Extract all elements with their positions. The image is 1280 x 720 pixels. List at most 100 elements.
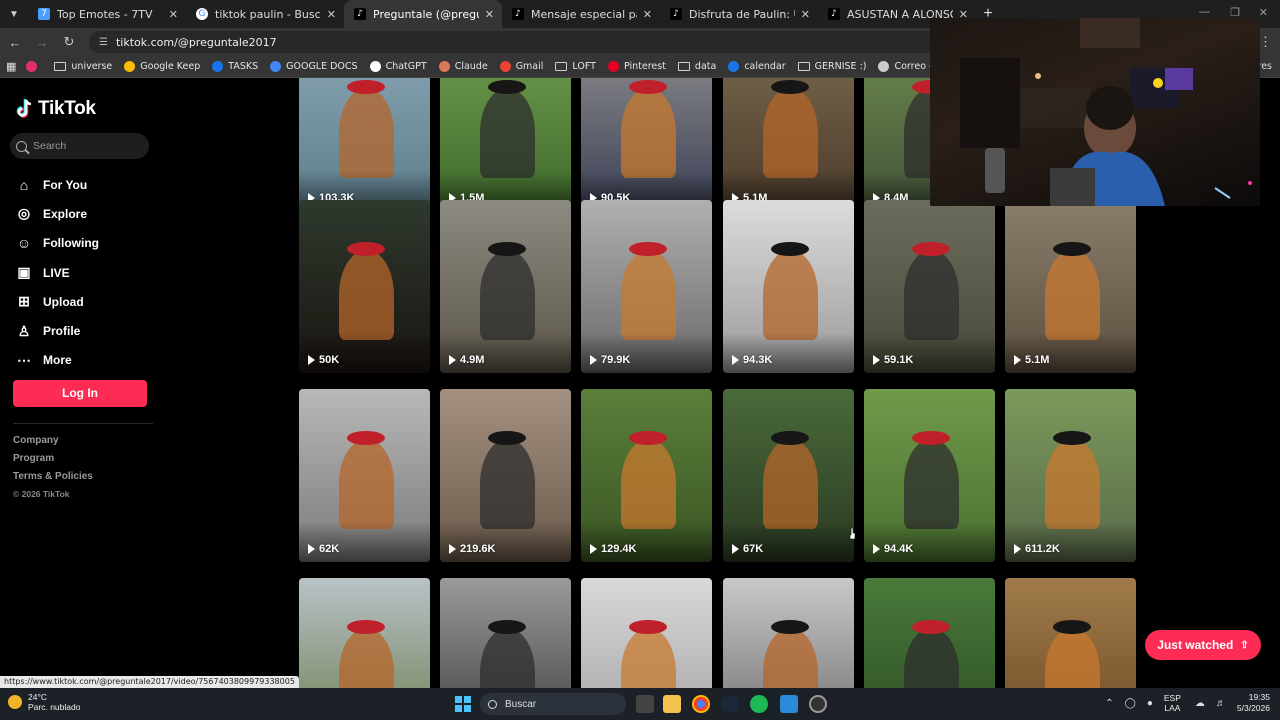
footer-link-program[interactable]: Program — [13, 453, 93, 471]
video-thumbnail[interactable]: 129.4K — [581, 389, 712, 562]
bookmark-item[interactable]: TASKS — [212, 61, 258, 72]
nav-item-live[interactable]: ▣ LIVE — [15, 258, 99, 287]
video-thumbnail[interactable]: 94.4K — [864, 389, 995, 562]
close-window-icon[interactable]: ✕ — [1259, 6, 1268, 19]
video-thumbnail[interactable] — [864, 578, 995, 688]
browser-tab[interactable]: 7 Top Emotes - 7TV ✕ — [28, 0, 186, 28]
wifi-icon[interactable]: ☁ — [1195, 698, 1205, 709]
tray-app-icon[interactable]: ◯ — [1125, 698, 1136, 709]
bookmark-item[interactable]: ChatGPT — [369, 61, 427, 72]
video-thumbnail[interactable]: 59.1K — [864, 200, 995, 373]
bookmark-item[interactable]: GERNISE :) — [797, 61, 866, 72]
video-thumbnail[interactable]: 103.3K — [299, 78, 430, 211]
volume-icon[interactable]: ♬ — [1216, 698, 1226, 709]
video-thumbnail[interactable] — [1005, 578, 1136, 688]
video-thumbnail[interactable]: 79.9K — [581, 200, 712, 373]
video-thumbnail[interactable]: 1.5M — [440, 78, 571, 211]
footer-links: Company Program Terms & Policies © 2026 … — [13, 435, 93, 507]
thumbnail-gradient — [581, 522, 712, 562]
video-thumbnail[interactable]: 50K — [299, 200, 430, 373]
video-thumbnail[interactable]: 5.1M — [723, 78, 854, 211]
bookmark-item[interactable]: LOFT — [555, 61, 596, 72]
video-thumbnail[interactable] — [299, 578, 430, 688]
nav-item-more[interactable]: ⋯ More — [15, 346, 99, 375]
layout-code: LAA — [1164, 703, 1181, 713]
address-bar[interactable]: ☰ tiktok.com/@preguntale2017 — [89, 31, 949, 53]
bookmark-item[interactable]: Gmail — [499, 61, 543, 72]
language-indicator[interactable]: ESP LAA — [1164, 693, 1181, 713]
back-icon[interactable]: ← — [3, 35, 27, 50]
play-icon — [308, 544, 315, 554]
video-thumbnail[interactable]: 5.1M — [1005, 200, 1136, 373]
file-explorer-icon[interactable] — [663, 695, 681, 713]
chrome-icon[interactable] — [692, 695, 710, 713]
video-thumbnail[interactable]: 219.6K — [440, 389, 571, 562]
video-thumbnail[interactable]: 90.5K — [581, 78, 712, 211]
bookmark-item[interactable]: data — [677, 61, 716, 72]
reload-icon[interactable]: ↻ — [57, 34, 81, 50]
video-thumbnail[interactable]: 611.2K — [1005, 389, 1136, 562]
status-bar-url: https://www.tiktok.com/@preguntale2017/v… — [0, 676, 299, 688]
tab-close-icon[interactable]: ✕ — [169, 8, 178, 21]
steam-icon[interactable] — [721, 695, 739, 713]
view-count: 79.9K — [590, 354, 630, 366]
browser-tab[interactable]: ♪ Preguntale (@preguntale2017) ✕ — [344, 0, 502, 28]
tiktok-logo[interactable]: TikTok — [16, 98, 96, 120]
site-info-icon[interactable]: ☰ — [99, 37, 108, 48]
spotify-icon[interactable] — [750, 695, 768, 713]
thumbnail-gradient — [1005, 522, 1136, 562]
clock[interactable]: 19:35 5/3/2026 — [1237, 692, 1270, 714]
video-thumbnail[interactable]: 67K — [723, 389, 854, 562]
tab-close-icon[interactable]: ✕ — [643, 8, 652, 21]
bookmark-item[interactable]: universe — [54, 61, 112, 72]
just-watched-button[interactable]: Just watched ⇧ — [1145, 630, 1261, 660]
nav-item-following[interactable]: ☺ Following — [15, 229, 99, 258]
tab-close-icon[interactable]: ✕ — [485, 8, 494, 21]
compass-icon: ◎ — [17, 205, 31, 222]
bookmark-item[interactable]: calendar — [728, 61, 786, 72]
view-count: 94.3K — [732, 354, 772, 366]
footer-link-terms[interactable]: Terms & Policies — [13, 471, 93, 489]
bookmark-item[interactable]: Pinterest — [607, 61, 666, 72]
bookmark-item[interactable]: Claude — [438, 61, 488, 72]
video-thumbnail[interactable]: 4.9M — [440, 200, 571, 373]
tray-chevron-icon[interactable]: ⌃ — [1105, 698, 1113, 709]
browser-tab[interactable]: ♪ Disfruta de Paulin: Un Clásico d ✕ — [660, 0, 818, 28]
mic-icon[interactable]: ● — [1147, 698, 1153, 709]
obs-icon[interactable] — [809, 695, 827, 713]
tab-title: Disfruta de Paulin: Un Clásico d — [689, 7, 795, 21]
taskbar-search[interactable]: Buscar — [480, 693, 626, 715]
video-thumbnail[interactable] — [581, 578, 712, 688]
thumbnail-detail — [912, 620, 950, 634]
bookmark-item[interactable]: Google Keep — [124, 61, 200, 72]
footer-link-company[interactable]: Company — [13, 435, 93, 453]
tab-close-icon[interactable]: ✕ — [801, 8, 810, 21]
video-thumbnail[interactable]: 62K — [299, 389, 430, 562]
thumbnail-detail — [771, 620, 809, 634]
bookmark-item[interactable]: GOOGLE DOCS — [270, 61, 358, 72]
tab-search-icon[interactable]: ▼ — [0, 0, 28, 28]
video-thumbnail[interactable]: 94.3K — [723, 200, 854, 373]
nav-item-profile[interactable]: ♙ Profile — [15, 316, 99, 345]
menu-icon[interactable]: ⋮ — [1259, 34, 1272, 50]
search-input[interactable]: Search — [10, 133, 149, 159]
login-button[interactable]: Log In — [13, 380, 147, 407]
play-icon — [873, 355, 880, 365]
forward-icon[interactable]: → — [30, 35, 54, 50]
nav-item-upload[interactable]: ⊞ Upload — [15, 287, 99, 316]
minimize-icon[interactable]: — — [1199, 6, 1210, 18]
bookmark-item[interactable] — [26, 61, 42, 72]
browser-tab[interactable]: Gtiktok paulin - Buscar con Goog ✕ — [186, 0, 344, 28]
video-thumbnail[interactable] — [440, 578, 571, 688]
browser-tab[interactable]: ♪ Mensaje especial para Nazaren ✕ — [502, 0, 660, 28]
windows-start-icon[interactable] — [455, 696, 471, 712]
nav-item-for-you[interactable]: ⌂ For You — [15, 170, 99, 199]
video-thumbnail[interactable] — [723, 578, 854, 688]
weather-widget[interactable]: 24°C Parc. nublado — [8, 692, 80, 712]
apps-icon[interactable]: ▦ — [6, 60, 16, 73]
task-view-icon[interactable] — [636, 695, 654, 713]
nav-item-explore[interactable]: ◎ Explore — [15, 199, 99, 228]
tab-close-icon[interactable]: ✕ — [327, 8, 336, 21]
view-count-text: 50K — [319, 354, 340, 366]
notepad-icon[interactable] — [780, 695, 798, 713]
